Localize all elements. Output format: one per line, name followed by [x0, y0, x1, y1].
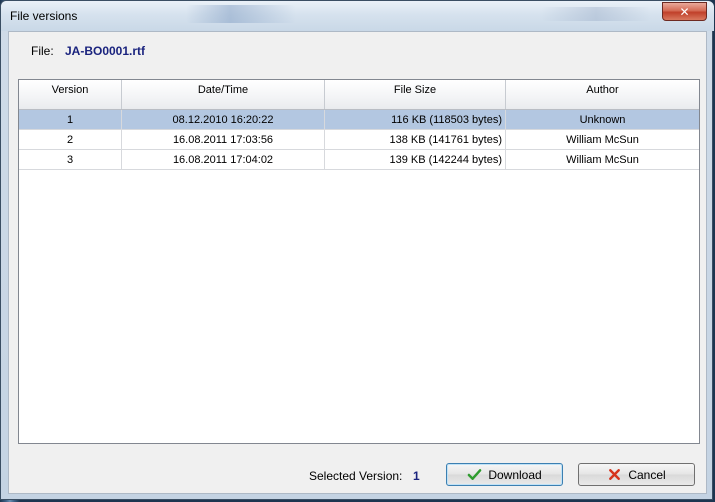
datetime-cell: 16.08.2011 17:03:56 — [122, 130, 325, 149]
author-cell: William McSun — [566, 133, 639, 146]
window-title: File versions — [10, 9, 78, 23]
datetime-cell: 08.12.2010 16:20:22 — [122, 110, 325, 129]
title-bar[interactable]: File versions ✕ — [1, 1, 714, 31]
column-header-datetime[interactable]: Date/Time — [122, 80, 325, 109]
column-header-file-size[interactable]: File Size — [325, 80, 506, 109]
selected-version-value: 1 — [413, 469, 420, 483]
file-size-cell: 139 KB (142244 bytes) — [325, 150, 506, 169]
file-size-cell: 116 KB (118503 bytes) — [325, 110, 506, 129]
author-cell: Unknown — [579, 113, 626, 126]
author-cell: William McSun — [566, 153, 639, 166]
close-icon: ✕ — [679, 4, 690, 19]
download-button-label: Download — [488, 467, 542, 482]
file-name: JA-BO0001.rtf — [65, 44, 146, 58]
selected-version-label: Selected Version: — [309, 469, 403, 483]
check-icon — [467, 469, 482, 480]
versions-table: Version Date/Time File Size Author 1 08.… — [18, 79, 700, 444]
background-window-title-blur — [541, 7, 651, 21]
table-body: 1 08.12.2010 16:20:22 116 KB (118503 byt… — [19, 110, 699, 170]
table-header: Version Date/Time File Size Author — [19, 80, 699, 110]
background-window-title-blur — [186, 5, 296, 23]
table-row[interactable]: 2 16.08.2011 17:03:56 138 KB (141761 byt… — [19, 130, 699, 150]
file-size-cell: 138 KB (141761 bytes) — [325, 130, 506, 149]
x-icon — [609, 469, 621, 480]
dialog-content: File: JA-BO0001.rtf Version Date/Time Fi… — [8, 31, 707, 494]
file-label: File: — [31, 44, 54, 58]
datetime-cell: 16.08.2011 17:04:02 — [122, 150, 325, 169]
file-versions-dialog: File versions ✕ File: JA-BO0001.rtf Vers… — [0, 0, 714, 500]
version-cell: 2 — [19, 130, 122, 149]
table-row[interactable]: 3 16.08.2011 17:04:02 139 KB (142244 byt… — [19, 150, 699, 170]
table-row[interactable]: 1 08.12.2010 16:20:22 116 KB (118503 byt… — [19, 110, 699, 130]
cancel-button-label: Cancel — [628, 467, 666, 482]
cancel-button[interactable]: Cancel — [578, 463, 695, 486]
version-cell: 1 — [19, 110, 122, 129]
download-button[interactable]: Download — [446, 463, 563, 486]
close-button[interactable]: ✕ — [662, 2, 707, 21]
column-header-version[interactable]: Version — [19, 80, 122, 109]
version-cell: 3 — [19, 150, 122, 169]
column-header-author[interactable]: Author — [506, 80, 699, 109]
